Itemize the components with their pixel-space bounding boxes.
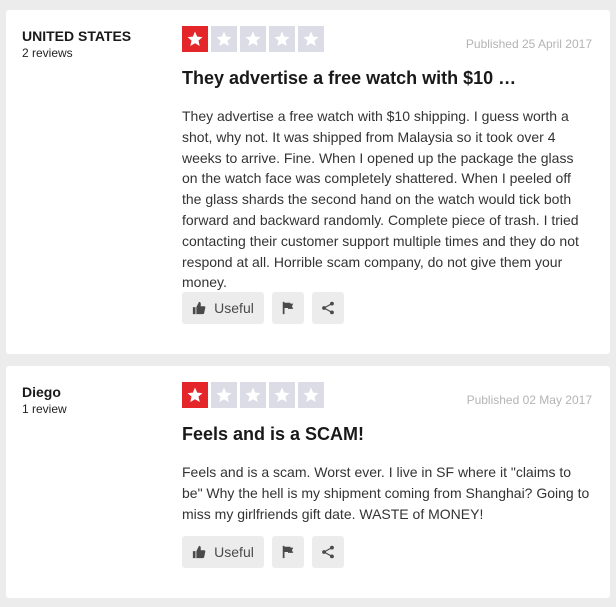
- review-actions: Useful: [182, 536, 344, 568]
- flag-button[interactable]: [272, 292, 304, 324]
- star-icon: [269, 26, 295, 52]
- share-icon: [321, 301, 335, 315]
- useful-label: Useful: [214, 544, 254, 560]
- star-icon: [182, 26, 208, 52]
- star-icon: [211, 382, 237, 408]
- share-button[interactable]: [312, 536, 344, 568]
- thumbs-up-icon: [192, 301, 206, 315]
- thumbs-up-icon: [192, 545, 206, 559]
- review-title[interactable]: Feels and is a SCAM!: [182, 424, 364, 445]
- review-body: They advertise a free watch with $10 shi…: [182, 108, 579, 291]
- flag-icon: [281, 545, 295, 559]
- published-date: Published 02 May 2017: [466, 393, 592, 407]
- reviewer-review-count: 1 review: [22, 402, 67, 416]
- share-icon: [321, 545, 335, 559]
- star-rating: [182, 26, 324, 52]
- reviewer-name[interactable]: UNITED STATES: [22, 28, 131, 44]
- useful-button[interactable]: Useful: [182, 292, 264, 324]
- star-icon: [211, 26, 237, 52]
- review-card: UNITED STATES 2 reviews Published 25 Apr…: [6, 10, 610, 354]
- review-actions: Useful: [182, 292, 344, 324]
- useful-button[interactable]: Useful: [182, 536, 264, 568]
- star-icon: [298, 26, 324, 52]
- review-title[interactable]: They advertise a free watch with $10 …: [182, 68, 516, 89]
- useful-label: Useful: [214, 300, 254, 316]
- review-card: Diego 1 review Published 02 May 2017 Fee…: [6, 366, 610, 598]
- published-date: Published 25 April 2017: [465, 37, 592, 51]
- star-icon: [240, 382, 266, 408]
- flag-icon: [281, 301, 295, 315]
- star-rating: [182, 382, 324, 408]
- flag-button[interactable]: [272, 536, 304, 568]
- star-icon: [240, 26, 266, 52]
- reviewer-name[interactable]: Diego: [22, 384, 67, 400]
- review-body: Feels and is a scam. Worst ever. I live …: [182, 464, 590, 522]
- star-icon: [182, 382, 208, 408]
- reviewer-info: Diego 1 review: [22, 384, 67, 416]
- reviewer-review-count: 2 reviews: [22, 46, 73, 60]
- star-icon: [298, 382, 324, 408]
- star-icon: [269, 382, 295, 408]
- share-button[interactable]: [312, 292, 344, 324]
- reviewer-info: UNITED STATES 2 reviews: [22, 28, 131, 60]
